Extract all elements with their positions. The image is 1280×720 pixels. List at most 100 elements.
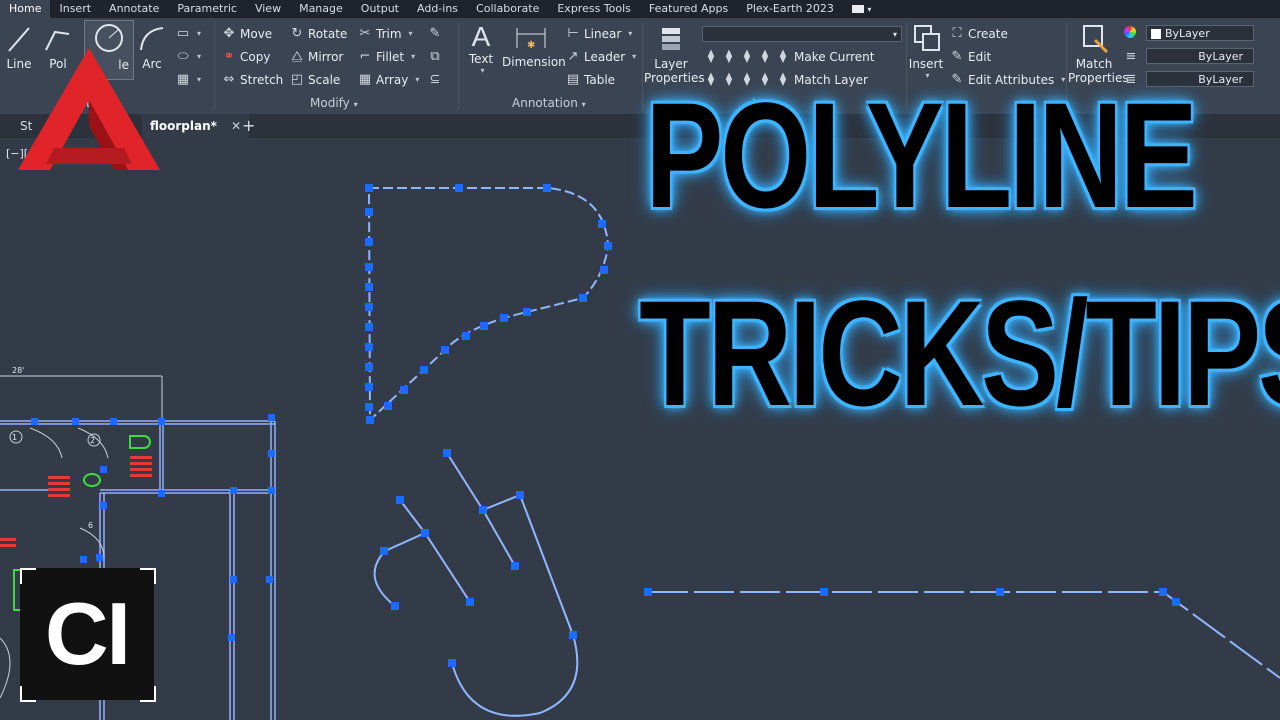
- array-label: Array: [376, 72, 409, 87]
- dimension-tool-label: Dimension: [502, 55, 566, 69]
- copy-button[interactable]: ⚭ Copy: [222, 49, 271, 64]
- linear-button[interactable]: ⊢ Linear ▾: [566, 26, 632, 41]
- tab-output[interactable]: Output: [352, 0, 408, 18]
- chevron-down-icon: ▾: [632, 52, 637, 61]
- hatch-tool-button[interactable]: ▦ ▾: [176, 72, 201, 87]
- layer-off-icon[interactable]: ⧫: [704, 49, 718, 64]
- scale-button[interactable]: ◰ Scale: [290, 72, 340, 87]
- badge-corner: [140, 686, 156, 702]
- tab-insert[interactable]: Insert: [50, 0, 100, 18]
- chevron-down-icon: ▾: [411, 52, 416, 61]
- copy-label: Copy: [240, 49, 271, 64]
- trim-icon: ✂: [359, 26, 371, 41]
- tab-parametric[interactable]: Parametric: [168, 0, 246, 18]
- chevron-down-icon: ▾: [867, 5, 872, 14]
- tab-annotate[interactable]: Annotate: [100, 0, 168, 18]
- leader-icon: ↗: [567, 49, 579, 64]
- chevron-down-icon: ▾: [480, 66, 485, 75]
- object-color-icon: [1124, 26, 1136, 38]
- polyline-shape-long: [644, 588, 1280, 679]
- tab-featured-apps[interactable]: Featured Apps: [640, 0, 737, 18]
- channel-badge: CI: [20, 568, 154, 700]
- erase-icon: ✎: [429, 26, 441, 41]
- red-annotations: [0, 456, 152, 547]
- tab-add-ins[interactable]: Add-ins: [408, 0, 467, 18]
- dimension-icon: ✱: [516, 28, 546, 51]
- move-label: Move: [240, 26, 273, 41]
- dimension-tool-button[interactable]: ✱ Dimension: [502, 24, 566, 69]
- color-value: ByLayer: [1165, 27, 1210, 40]
- channel-badge-text: CI: [45, 584, 131, 683]
- tab-manage[interactable]: Manage: [290, 0, 352, 18]
- tab-plex-earth[interactable]: Plex-Earth 2023: [737, 0, 843, 18]
- layer-stack-icon: [662, 28, 680, 50]
- window-toggle-icon: [851, 5, 864, 13]
- fillet-label: Fillet: [376, 49, 405, 64]
- move-icon: ✥: [223, 26, 235, 41]
- rotate-button[interactable]: ↻ Rotate: [290, 26, 348, 41]
- trim-button[interactable]: ✂ Trim ▾: [358, 26, 413, 41]
- array-button[interactable]: ▦ Array ▾: [358, 72, 420, 87]
- room-number: 6: [88, 521, 93, 530]
- chevron-down-icon: ▾: [628, 29, 633, 38]
- ellipse-icon: ⬭: [177, 49, 189, 64]
- make-current-button[interactable]: Make Current: [794, 50, 875, 64]
- tab-collaborate[interactable]: Collaborate: [467, 0, 548, 18]
- text-icon: A: [471, 21, 491, 52]
- array-icon: ▦: [358, 72, 372, 87]
- scale-icon: ◰: [290, 72, 304, 87]
- color-swatch: [1151, 29, 1161, 39]
- modify-panel-label[interactable]: Modify ▾: [310, 96, 358, 110]
- dimension-text: 28': [12, 366, 24, 375]
- new-tab-button[interactable]: +: [234, 114, 263, 138]
- tab-view[interactable]: View: [246, 0, 290, 18]
- create-block-label: Create: [968, 26, 1008, 41]
- edit-block-button[interactable]: ✎ Edit: [950, 49, 992, 64]
- svg-text:✱: ✱: [527, 40, 535, 51]
- chevron-down-icon: ▾: [408, 29, 413, 38]
- explode-button[interactable]: ⧉: [428, 49, 442, 64]
- layer-freeze-icon[interactable]: ⧫: [740, 49, 754, 64]
- leader-label: Leader: [584, 49, 626, 64]
- make-current-icon: ⧫: [779, 49, 787, 64]
- text-tool-label: Text: [468, 52, 494, 66]
- video-title-overlay: POLYLINE TRICKS/TIPS: [560, 80, 1280, 428]
- tab-home[interactable]: Home: [0, 0, 51, 18]
- tab-express-tools[interactable]: Express Tools: [548, 0, 640, 18]
- match-properties-icon: [1083, 25, 1109, 54]
- rectangle-tool-button[interactable]: ▭ ▾: [176, 26, 201, 41]
- stretch-button[interactable]: ⇔ Stretch: [222, 72, 284, 87]
- linear-dimension-icon: ⊢: [567, 26, 579, 41]
- layer-lock-icon[interactable]: ⧫: [758, 49, 772, 64]
- title-line-tricks-tips: TRICKS/TIPS: [639, 269, 1280, 437]
- ellipse-tool-button[interactable]: ⬭ ▾: [176, 49, 201, 64]
- chevron-down-icon: ▾: [353, 100, 358, 109]
- badge-corner: [20, 568, 36, 584]
- lineweight-icon: ≡: [1125, 49, 1137, 64]
- create-block-icon: ⛶: [952, 26, 962, 41]
- create-block-button[interactable]: ⛶ Create: [950, 26, 1008, 41]
- mirror-button[interactable]: ⧋ Mirror: [290, 49, 343, 64]
- chevron-down-icon: ▾: [197, 75, 202, 84]
- linear-label: Linear: [584, 26, 622, 41]
- explode-icon: ⧉: [430, 49, 440, 64]
- chevron-down-icon: ▾: [197, 29, 202, 38]
- layer-dropdown[interactable]: ▾: [702, 26, 902, 42]
- leader-button[interactable]: ↗ Leader ▾: [566, 49, 637, 64]
- fillet-icon: ⌐: [359, 49, 371, 64]
- fillet-button[interactable]: ⌐ Fillet ▾: [358, 49, 416, 64]
- lineweight-dropdown[interactable]: ByLayer: [1146, 48, 1254, 64]
- title-line-polyline: POLYLINE: [645, 71, 1197, 239]
- badge-corner: [20, 686, 36, 702]
- text-tool-button[interactable]: A Text ▾: [464, 21, 498, 76]
- move-button[interactable]: ✥ Move: [222, 26, 273, 41]
- color-dropdown[interactable]: ByLayer: [1146, 25, 1254, 41]
- ribbon-options-dropdown[interactable]: ▾: [843, 0, 881, 18]
- insert-block-label: Insert: [908, 57, 944, 71]
- layer-isolate-icon[interactable]: ⧫: [722, 49, 736, 64]
- lineweight-value: ByLayer: [1198, 50, 1243, 63]
- offset-button[interactable]: ⊆: [428, 72, 442, 87]
- edit-block-icon: ✎: [951, 49, 963, 64]
- panel-divider: [214, 22, 215, 110]
- erase-button[interactable]: ✎: [428, 26, 442, 41]
